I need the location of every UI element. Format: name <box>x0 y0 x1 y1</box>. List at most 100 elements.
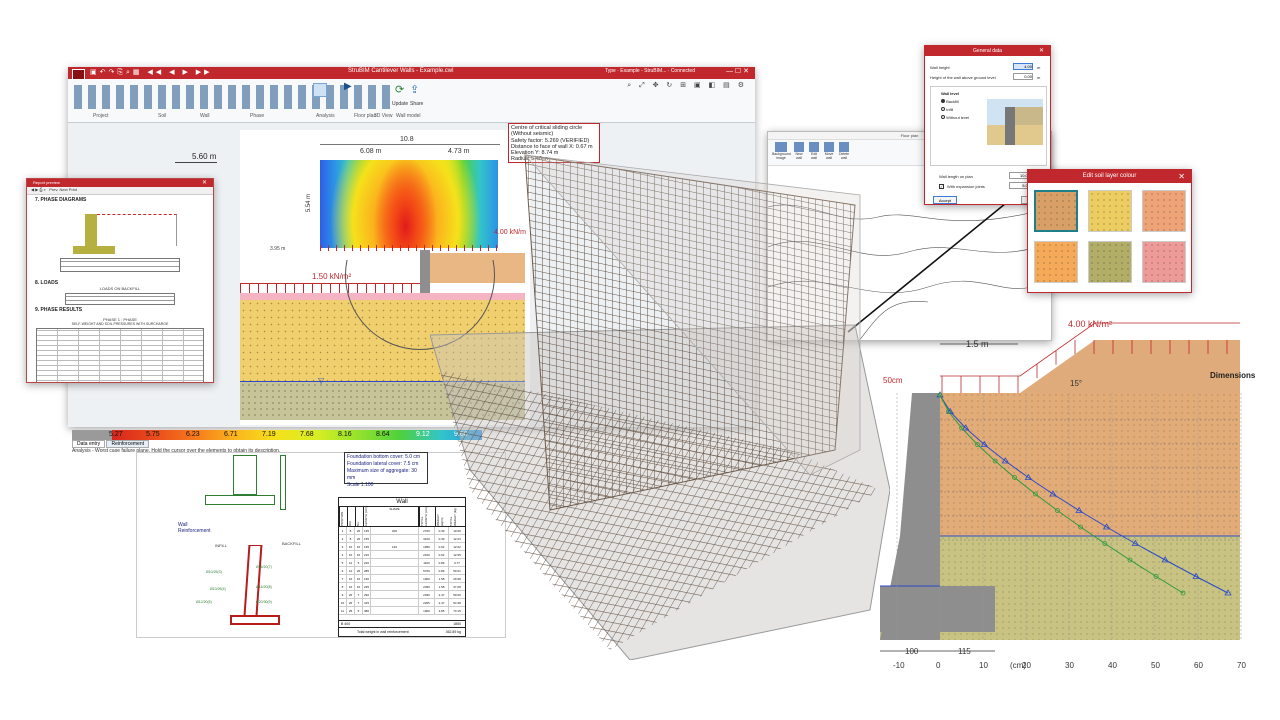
table-cell: 12 <box>347 567 355 574</box>
table-cell: 210 <box>363 551 371 558</box>
group-project: Project <box>93 113 109 119</box>
scale-val-0: 5.27 <box>109 431 123 438</box>
table-cell: 220 <box>363 559 371 566</box>
wall-height-label: Wall height <box>930 65 950 70</box>
group-floor-plan: Floor plan <box>354 113 377 119</box>
report-close-icon[interactable]: ✕ <box>202 179 207 187</box>
group-soil: Soil <box>158 113 167 119</box>
table-cell: 235 <box>363 583 371 590</box>
table-cell: 120 <box>371 543 419 550</box>
table-cell: 195 <box>363 543 371 550</box>
table-cell: 285 <box>363 567 371 574</box>
soil-colour-close-icon[interactable]: ✕ <box>1178 170 1185 183</box>
x-tick-label: 50 <box>1151 661 1160 670</box>
dim-mid-label: 3.95 m <box>270 246 286 252</box>
report-window: Report preview ✕ ◀ ▶ ⎙ ⌕ Prev. Next Prin… <box>26 178 214 383</box>
x-tick-label: 10 <box>979 661 988 670</box>
section-chart[interactable]: 4.00 kN/m² 1.5 m 50cm 15° Dimensions 230… <box>880 320 1265 680</box>
quick-access-toolbar[interactable]: ▣↶↷⎘⌕▦ ◀◀ ◀ ▶ ▶▶ <box>90 68 213 77</box>
tab-data-entry[interactable]: Data entry <box>72 440 106 448</box>
x-tick-label: 40 <box>1108 661 1117 670</box>
section-angle: 15° <box>1070 379 1082 388</box>
dim-top-line <box>175 162 217 163</box>
scale-val-1: 5.75 <box>146 431 160 438</box>
footing-detail <box>205 455 275 515</box>
loads-subtitle: LOADS ON BACKFILL <box>99 286 141 291</box>
table-cell: 11 <box>339 607 347 614</box>
radio-without-level[interactable]: Without level <box>941 115 969 120</box>
general-data-close-icon[interactable]: ✕ <box>1039 46 1044 56</box>
dim-bottom-2: 115 <box>958 647 971 656</box>
x-tick-label: 70 <box>1237 661 1246 670</box>
app-title: StruBIM Cantilever Walls - Example.cwl <box>348 68 454 74</box>
height-above-unit: m <box>1037 75 1041 80</box>
table-cell: 3 <box>339 543 347 550</box>
soil-swatch[interactable] <box>1142 190 1186 232</box>
table-cell: 6 <box>339 567 347 574</box>
section-load-label: 4.00 kN/m² <box>1068 320 1112 329</box>
phase-diagram <box>55 206 185 256</box>
table-cell: 20 <box>355 567 363 574</box>
view-toolbar[interactable]: ⌕ ⤢ ✥ ↻ ⊞ ▣ ◧ ▤ ⚙ <box>627 81 747 90</box>
x-tick-label: 60 <box>1194 661 1203 670</box>
table-cell: 1 <box>339 527 347 534</box>
table-cell: 20 <box>347 591 355 598</box>
play-icon[interactable]: ▶ <box>344 81 352 92</box>
soil-swatch[interactable] <box>1034 190 1078 232</box>
soil-swatch[interactable] <box>1088 241 1132 283</box>
table-cell: 10 <box>355 551 363 558</box>
share-icon[interactable]: ⇪ <box>410 83 419 96</box>
table-cell: 7 <box>355 599 363 606</box>
x-tick-label: 30 <box>1065 661 1074 670</box>
wall-level-preview <box>987 99 1043 145</box>
section-dim-left: 50cm <box>883 376 903 385</box>
radio-backfill[interactable]: Backfill <box>941 99 959 104</box>
table-cell: 8 <box>347 527 355 534</box>
update-icon[interactable]: ⟳ <box>395 83 404 96</box>
table-cell: 290 <box>363 591 371 598</box>
table-cell <box>371 535 419 542</box>
expansion-checkbox[interactable]: ✓ <box>939 184 944 189</box>
table-cell: 4 <box>339 551 347 558</box>
table-cell <box>371 575 419 582</box>
footing-detail-2 <box>280 455 286 510</box>
scale-val-6: 8.16 <box>338 431 352 438</box>
report-toolbar[interactable]: ◀ ▶ ⎙ ⌕ Prev. Next Print <box>27 187 213 195</box>
table-cell: 5 <box>355 607 363 614</box>
table-cell: 2 <box>339 535 347 542</box>
table-cell: 5 <box>339 559 347 566</box>
soil-swatch[interactable] <box>1142 241 1186 283</box>
radio-infill[interactable]: Infill <box>941 107 953 112</box>
unit-label: (cm) <box>1010 661 1026 670</box>
table-cell: 16 <box>347 575 355 582</box>
table-cell: 20 <box>355 535 363 542</box>
table-cell: 25 <box>347 607 355 614</box>
analysis-button[interactable] <box>313 83 327 97</box>
soil-swatch[interactable] <box>1088 190 1132 232</box>
table-cell: 20 <box>355 527 363 534</box>
table-cell: 10 <box>355 575 363 582</box>
accept-button[interactable]: Accept <box>933 196 957 204</box>
notes-box: Foundation bottom cover: 5.0 cm Foundati… <box>344 452 428 488</box>
scale-val-2: 6.23 <box>186 431 200 438</box>
share-button[interactable]: Share <box>410 101 423 107</box>
table-cell: 315 <box>363 599 371 606</box>
account-menu[interactable]: Type · Example - StruBIM... · Connected <box>605 68 695 74</box>
app-titlebar: StruBIM Cantilever Walls - Example.cwl ▣… <box>68 67 755 83</box>
rebar-3d-model[interactable] <box>430 150 890 660</box>
update-button[interactable]: Update <box>392 101 408 107</box>
tab-reinforcement[interactable]: Reinforcement <box>106 440 149 448</box>
scale-val-3: 6.71 <box>224 431 238 438</box>
group-wall: Wall <box>200 113 210 119</box>
window-controls[interactable]: — ☐ ✕ <box>726 67 749 75</box>
wall-height-input[interactable] <box>1013 63 1033 70</box>
general-data-titlebar: General data ✕ <box>925 46 1050 56</box>
wall-height-unit: m <box>1037 65 1041 70</box>
height-above-input[interactable] <box>1013 73 1033 80</box>
scale-val-5: 7.68 <box>300 431 314 438</box>
table-cell: 9 <box>339 591 347 598</box>
section-results: 9. PHASE RESULTS <box>35 307 83 313</box>
soil-swatch[interactable] <box>1034 241 1078 283</box>
dim-total-line <box>320 144 500 145</box>
table-cell: 7 <box>339 575 347 582</box>
